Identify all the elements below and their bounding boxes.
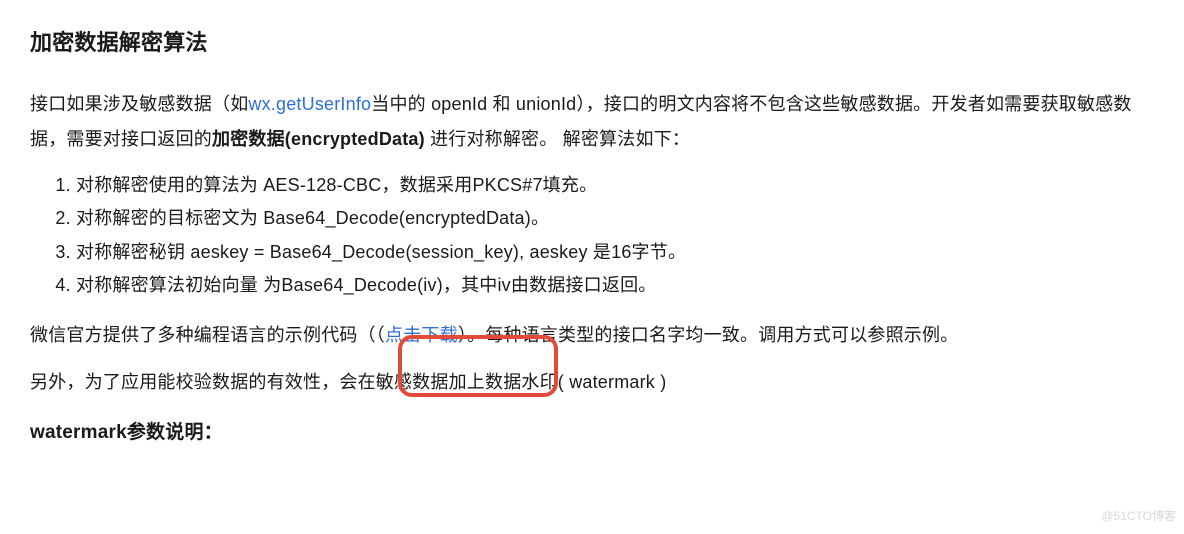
api-link-getuserinfo[interactable]: wx.getUserInfo [248,94,371,114]
watermark-paragraph: 另外，为了应用能校验数据的有效性，会在敏感数据加上数据水印( watermark… [30,365,1154,400]
section-title: 加密数据解密算法 [30,28,1154,59]
text-segment: ）。每种语言类型的接口名字均一致。调用方式可以参照示例。 [458,325,959,345]
intro-paragraph: 接口如果涉及敏感数据（如wx.getUserInfo当中的 openId 和 u… [30,87,1154,157]
text-segment: 接口如果涉及敏感数据（如 [30,94,248,114]
watermark-params-title: watermark参数说明： [30,414,1154,451]
list-item: 对称解密秘钥 aeskey = Base64_Decode(session_ke… [76,236,1154,269]
text-segment: 微信官方提供了多种编程语言的示例代码（（ [30,325,385,345]
list-item: 对称解密使用的算法为 AES-128-CBC，数据采用PKCS#7填充。 [76,169,1154,202]
page-watermark: @51CTO博客 [1101,505,1176,528]
bold-encrypted-data: 加密数据(encryptedData) [212,129,425,149]
steps-list: 对称解密使用的算法为 AES-128-CBC，数据采用PKCS#7填充。 对称解… [76,169,1154,302]
list-item: 对称解密算法初始向量 为Base64_Decode(iv)，其中iv由数据接口返… [76,269,1154,302]
download-link[interactable]: 点击下载 [385,325,458,345]
list-item: 对称解密的目标密文为 Base64_Decode(encryptedData)。 [76,202,1154,235]
download-paragraph: 微信官方提供了多种编程语言的示例代码（（点击下载）。每种语言类型的接口名字均一致… [30,318,1154,353]
text-segment: 进行对称解密。 解密算法如下： [425,129,690,149]
